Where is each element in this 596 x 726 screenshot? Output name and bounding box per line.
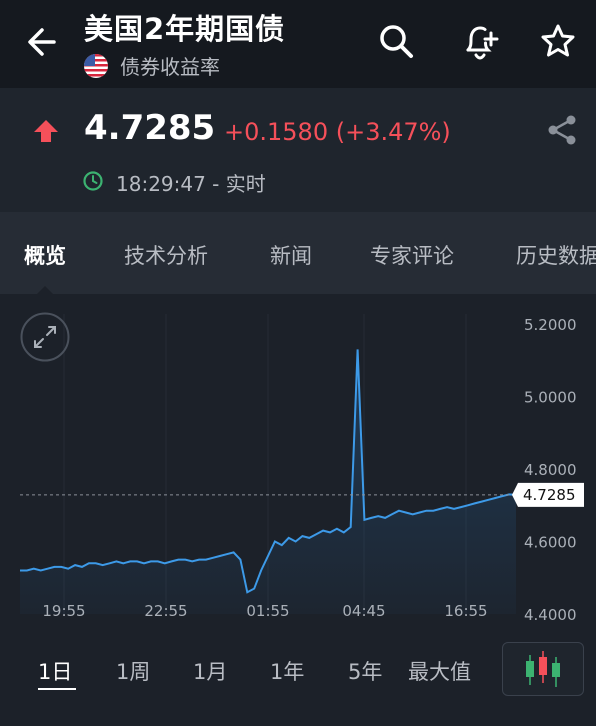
tab-overview[interactable]: 概览 bbox=[24, 240, 66, 270]
us-flag-icon bbox=[84, 54, 108, 78]
instrument-type: 债券收益率 bbox=[120, 55, 220, 79]
bell-plus-icon[interactable] bbox=[460, 20, 500, 64]
current-value-label: 4.7285 bbox=[523, 486, 576, 504]
star-icon[interactable] bbox=[538, 20, 578, 64]
x-tick-label: 16:55 bbox=[444, 602, 487, 620]
period-1w[interactable]: 1周 bbox=[116, 656, 150, 686]
y-tick-label: 4.6000 bbox=[524, 534, 577, 552]
period-max[interactable]: 最大值 bbox=[408, 656, 471, 686]
price-chart[interactable]: 5.2000 5.0000 4.8000 4.6000 4.4000 19:55 22:5… bbox=[0, 294, 596, 630]
tab-technical-analysis[interactable]: 技术分析 bbox=[124, 240, 208, 270]
y-tick-label: 4.4000 bbox=[524, 606, 577, 624]
period-1y[interactable]: 1年 bbox=[270, 656, 304, 686]
page-title: 美国2年期国债 bbox=[84, 12, 286, 46]
clock-icon bbox=[83, 171, 103, 191]
period-5y[interactable]: 5年 bbox=[348, 656, 382, 686]
period-selector: 1日 1周 1月 1年 5年 最大值 bbox=[0, 636, 596, 726]
search-icon[interactable] bbox=[376, 20, 416, 64]
share-icon[interactable] bbox=[544, 112, 580, 148]
x-tick-label: 04:45 bbox=[342, 602, 385, 620]
tab-expert-commentary[interactable]: 专家评论 bbox=[370, 240, 454, 270]
x-tick-label: 19:55 bbox=[42, 602, 85, 620]
section-tabs: 概览 技术分析 新闻 专家评论 历史数据 bbox=[0, 212, 596, 294]
tab-historical-data[interactable]: 历史数据 bbox=[516, 240, 596, 270]
quote-panel: 4.7285 +0.1580 (+3.47%) 18:29:47 - 实时 bbox=[0, 88, 596, 212]
y-tick-label: 5.0000 bbox=[524, 389, 577, 407]
candlestick-icon bbox=[526, 651, 560, 687]
arrow-up-icon bbox=[34, 120, 58, 142]
period-1m[interactable]: 1月 bbox=[193, 656, 227, 686]
current-value-badge: 4.7285 bbox=[512, 482, 584, 507]
tab-news[interactable]: 新闻 bbox=[270, 240, 312, 270]
active-period-underline bbox=[38, 688, 76, 690]
x-tick-label: 01:55 bbox=[246, 602, 289, 620]
arrow-left-icon[interactable] bbox=[24, 22, 64, 62]
price-change: +0.1580 (+3.47%) bbox=[224, 118, 451, 146]
expand-chart-icon[interactable] bbox=[20, 312, 70, 362]
last-update-time: 18:29:47 - 实时 bbox=[116, 172, 266, 196]
y-tick-label: 4.8000 bbox=[524, 461, 577, 479]
x-tick-label: 22:55 bbox=[144, 602, 187, 620]
period-1d[interactable]: 1日 bbox=[38, 656, 72, 686]
app-header: 美国2年期国债 债券收益率 bbox=[0, 0, 596, 88]
y-tick-label: 5.2000 bbox=[524, 316, 577, 334]
chart-type-button[interactable] bbox=[502, 642, 584, 696]
last-price: 4.7285 bbox=[84, 108, 216, 148]
active-tab-pointer bbox=[37, 286, 53, 294]
